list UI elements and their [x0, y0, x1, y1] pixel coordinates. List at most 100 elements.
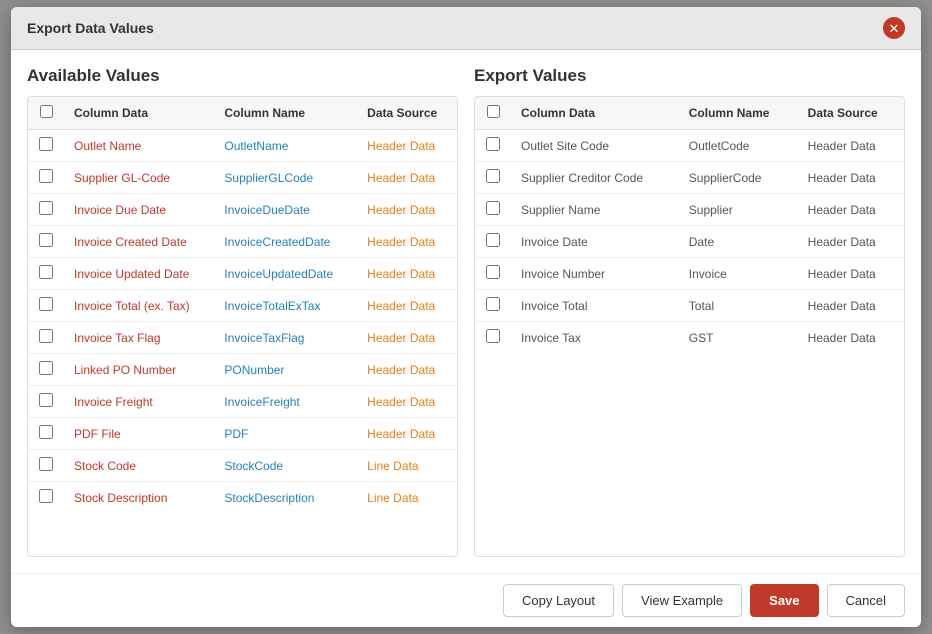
- available-col-name-cell[interactable]: InvoiceUpdatedDate: [214, 258, 357, 290]
- available-row-checkbox-cell[interactable]: [28, 386, 64, 418]
- export-values-table-container[interactable]: Column Data Column Name Data Source Outl…: [474, 96, 905, 557]
- available-row-checkbox-10[interactable]: [39, 457, 53, 471]
- available-table-row: PDF File PDF Header Data: [28, 418, 457, 450]
- export-table-row: Invoice Total Total Header Data: [475, 290, 904, 322]
- modal-footer: Copy Layout View Example Save Cancel: [11, 573, 921, 627]
- available-row-checkbox-cell[interactable]: [28, 354, 64, 386]
- export-row-checkbox-cell[interactable]: [475, 194, 511, 226]
- available-row-checkbox-11[interactable]: [39, 489, 53, 503]
- available-col-data-cell[interactable]: Invoice Created Date: [64, 226, 214, 258]
- available-col-name-cell[interactable]: InvoiceCreatedDate: [214, 226, 357, 258]
- available-row-checkbox-cell[interactable]: [28, 226, 64, 258]
- available-row-checkbox-cell[interactable]: [28, 322, 64, 354]
- export-row-checkbox-3[interactable]: [486, 233, 500, 247]
- available-table-row: Invoice Freight InvoiceFreight Header Da…: [28, 386, 457, 418]
- available-col-source-cell: Header Data: [357, 322, 457, 354]
- save-button[interactable]: Save: [750, 584, 818, 617]
- export-table-row: Outlet Site Code OutletCode Header Data: [475, 130, 904, 162]
- close-button[interactable]: ✕: [883, 17, 905, 39]
- available-col-source-cell: Header Data: [357, 354, 457, 386]
- available-row-checkbox-6[interactable]: [39, 329, 53, 343]
- export-col-data-cell: Outlet Site Code: [511, 130, 679, 162]
- view-example-button[interactable]: View Example: [622, 584, 742, 617]
- available-col-source-cell: Line Data: [357, 482, 457, 514]
- export-row-checkbox-cell[interactable]: [475, 162, 511, 194]
- available-col-data-cell[interactable]: Invoice Updated Date: [64, 258, 214, 290]
- available-row-checkbox-cell[interactable]: [28, 418, 64, 450]
- available-col-data-cell[interactable]: Stock Code: [64, 450, 214, 482]
- available-row-checkbox-cell[interactable]: [28, 194, 64, 226]
- export-row-checkbox-4[interactable]: [486, 265, 500, 279]
- export-col-name-cell: Supplier: [679, 194, 798, 226]
- available-col-data-cell[interactable]: Invoice Freight: [64, 386, 214, 418]
- available-row-checkbox-cell[interactable]: [28, 162, 64, 194]
- export-col-data-header: Column Data: [511, 97, 679, 130]
- available-row-checkbox-cell[interactable]: [28, 290, 64, 322]
- available-col-name-cell[interactable]: PDF: [214, 418, 357, 450]
- available-col-data-cell[interactable]: Stock Description: [64, 482, 214, 514]
- available-col-name-cell[interactable]: PONumber: [214, 354, 357, 386]
- available-col-source-cell: Header Data: [357, 130, 457, 162]
- available-row-checkbox-2[interactable]: [39, 201, 53, 215]
- available-row-checkbox-1[interactable]: [39, 169, 53, 183]
- available-col-data-cell[interactable]: Outlet Name: [64, 130, 214, 162]
- export-col-source-cell: Header Data: [798, 258, 904, 290]
- export-col-name-cell: Date: [679, 226, 798, 258]
- export-row-checkbox-cell[interactable]: [475, 226, 511, 258]
- available-select-all-checkbox[interactable]: [40, 105, 53, 118]
- available-row-checkbox-cell[interactable]: [28, 482, 64, 514]
- available-col-name-cell[interactable]: InvoiceTotalExTax: [214, 290, 357, 322]
- export-row-checkbox-2[interactable]: [486, 201, 500, 215]
- available-row-checkbox-cell[interactable]: [28, 450, 64, 482]
- available-row-checkbox-cell[interactable]: [28, 130, 64, 162]
- available-col-source-cell: Header Data: [357, 226, 457, 258]
- export-table-row: Invoice Tax GST Header Data: [475, 322, 904, 354]
- available-col-name-cell[interactable]: InvoiceDueDate: [214, 194, 357, 226]
- export-col-source-cell: Header Data: [798, 290, 904, 322]
- available-col-data-cell[interactable]: Linked PO Number: [64, 354, 214, 386]
- available-col-source-cell: Header Data: [357, 418, 457, 450]
- available-row-checkbox-3[interactable]: [39, 233, 53, 247]
- export-row-checkbox-cell[interactable]: [475, 258, 511, 290]
- available-col-name-cell[interactable]: InvoiceFreight: [214, 386, 357, 418]
- copy-layout-button[interactable]: Copy Layout: [503, 584, 614, 617]
- available-col-checkbox-header: [28, 97, 64, 130]
- available-row-checkbox-9[interactable]: [39, 425, 53, 439]
- available-values-panel: Available Values Column Data Column Name…: [27, 66, 458, 557]
- available-row-checkbox-cell[interactable]: [28, 258, 64, 290]
- export-col-data-cell: Invoice Tax: [511, 322, 679, 354]
- available-row-checkbox-0[interactable]: [39, 137, 53, 151]
- export-col-name-cell: OutletCode: [679, 130, 798, 162]
- cancel-button[interactable]: Cancel: [827, 584, 905, 617]
- export-col-source-cell: Header Data: [798, 194, 904, 226]
- available-col-name-cell[interactable]: StockDescription: [214, 482, 357, 514]
- available-col-source-cell: Header Data: [357, 162, 457, 194]
- available-col-data-cell[interactable]: Invoice Due Date: [64, 194, 214, 226]
- export-select-all-checkbox[interactable]: [487, 105, 500, 118]
- available-row-checkbox-5[interactable]: [39, 297, 53, 311]
- export-row-checkbox-0[interactable]: [486, 137, 500, 151]
- export-values-table: Column Data Column Name Data Source Outl…: [475, 97, 904, 353]
- export-row-checkbox-5[interactable]: [486, 297, 500, 311]
- export-row-checkbox-1[interactable]: [486, 169, 500, 183]
- available-col-data-cell[interactable]: Invoice Tax Flag: [64, 322, 214, 354]
- export-col-name-cell: Total: [679, 290, 798, 322]
- available-col-data-cell[interactable]: Invoice Total (ex. Tax): [64, 290, 214, 322]
- available-col-name-cell[interactable]: SupplierGLCode: [214, 162, 357, 194]
- available-col-name-cell[interactable]: OutletName: [214, 130, 357, 162]
- available-col-name-cell[interactable]: InvoiceTaxFlag: [214, 322, 357, 354]
- available-table-row: Stock Code StockCode Line Data: [28, 450, 457, 482]
- available-row-checkbox-7[interactable]: [39, 361, 53, 375]
- available-col-name-cell[interactable]: StockCode: [214, 450, 357, 482]
- export-row-checkbox-cell[interactable]: [475, 290, 511, 322]
- available-table-row: Supplier GL-Code SupplierGLCode Header D…: [28, 162, 457, 194]
- available-col-data-cell[interactable]: Supplier GL-Code: [64, 162, 214, 194]
- export-row-checkbox-6[interactable]: [486, 329, 500, 343]
- available-col-data-cell[interactable]: PDF File: [64, 418, 214, 450]
- close-icon: ✕: [889, 22, 900, 35]
- available-row-checkbox-8[interactable]: [39, 393, 53, 407]
- export-row-checkbox-cell[interactable]: [475, 130, 511, 162]
- available-row-checkbox-4[interactable]: [39, 265, 53, 279]
- export-row-checkbox-cell[interactable]: [475, 322, 511, 354]
- available-values-table-container[interactable]: Column Data Column Name Data Source Outl…: [27, 96, 458, 557]
